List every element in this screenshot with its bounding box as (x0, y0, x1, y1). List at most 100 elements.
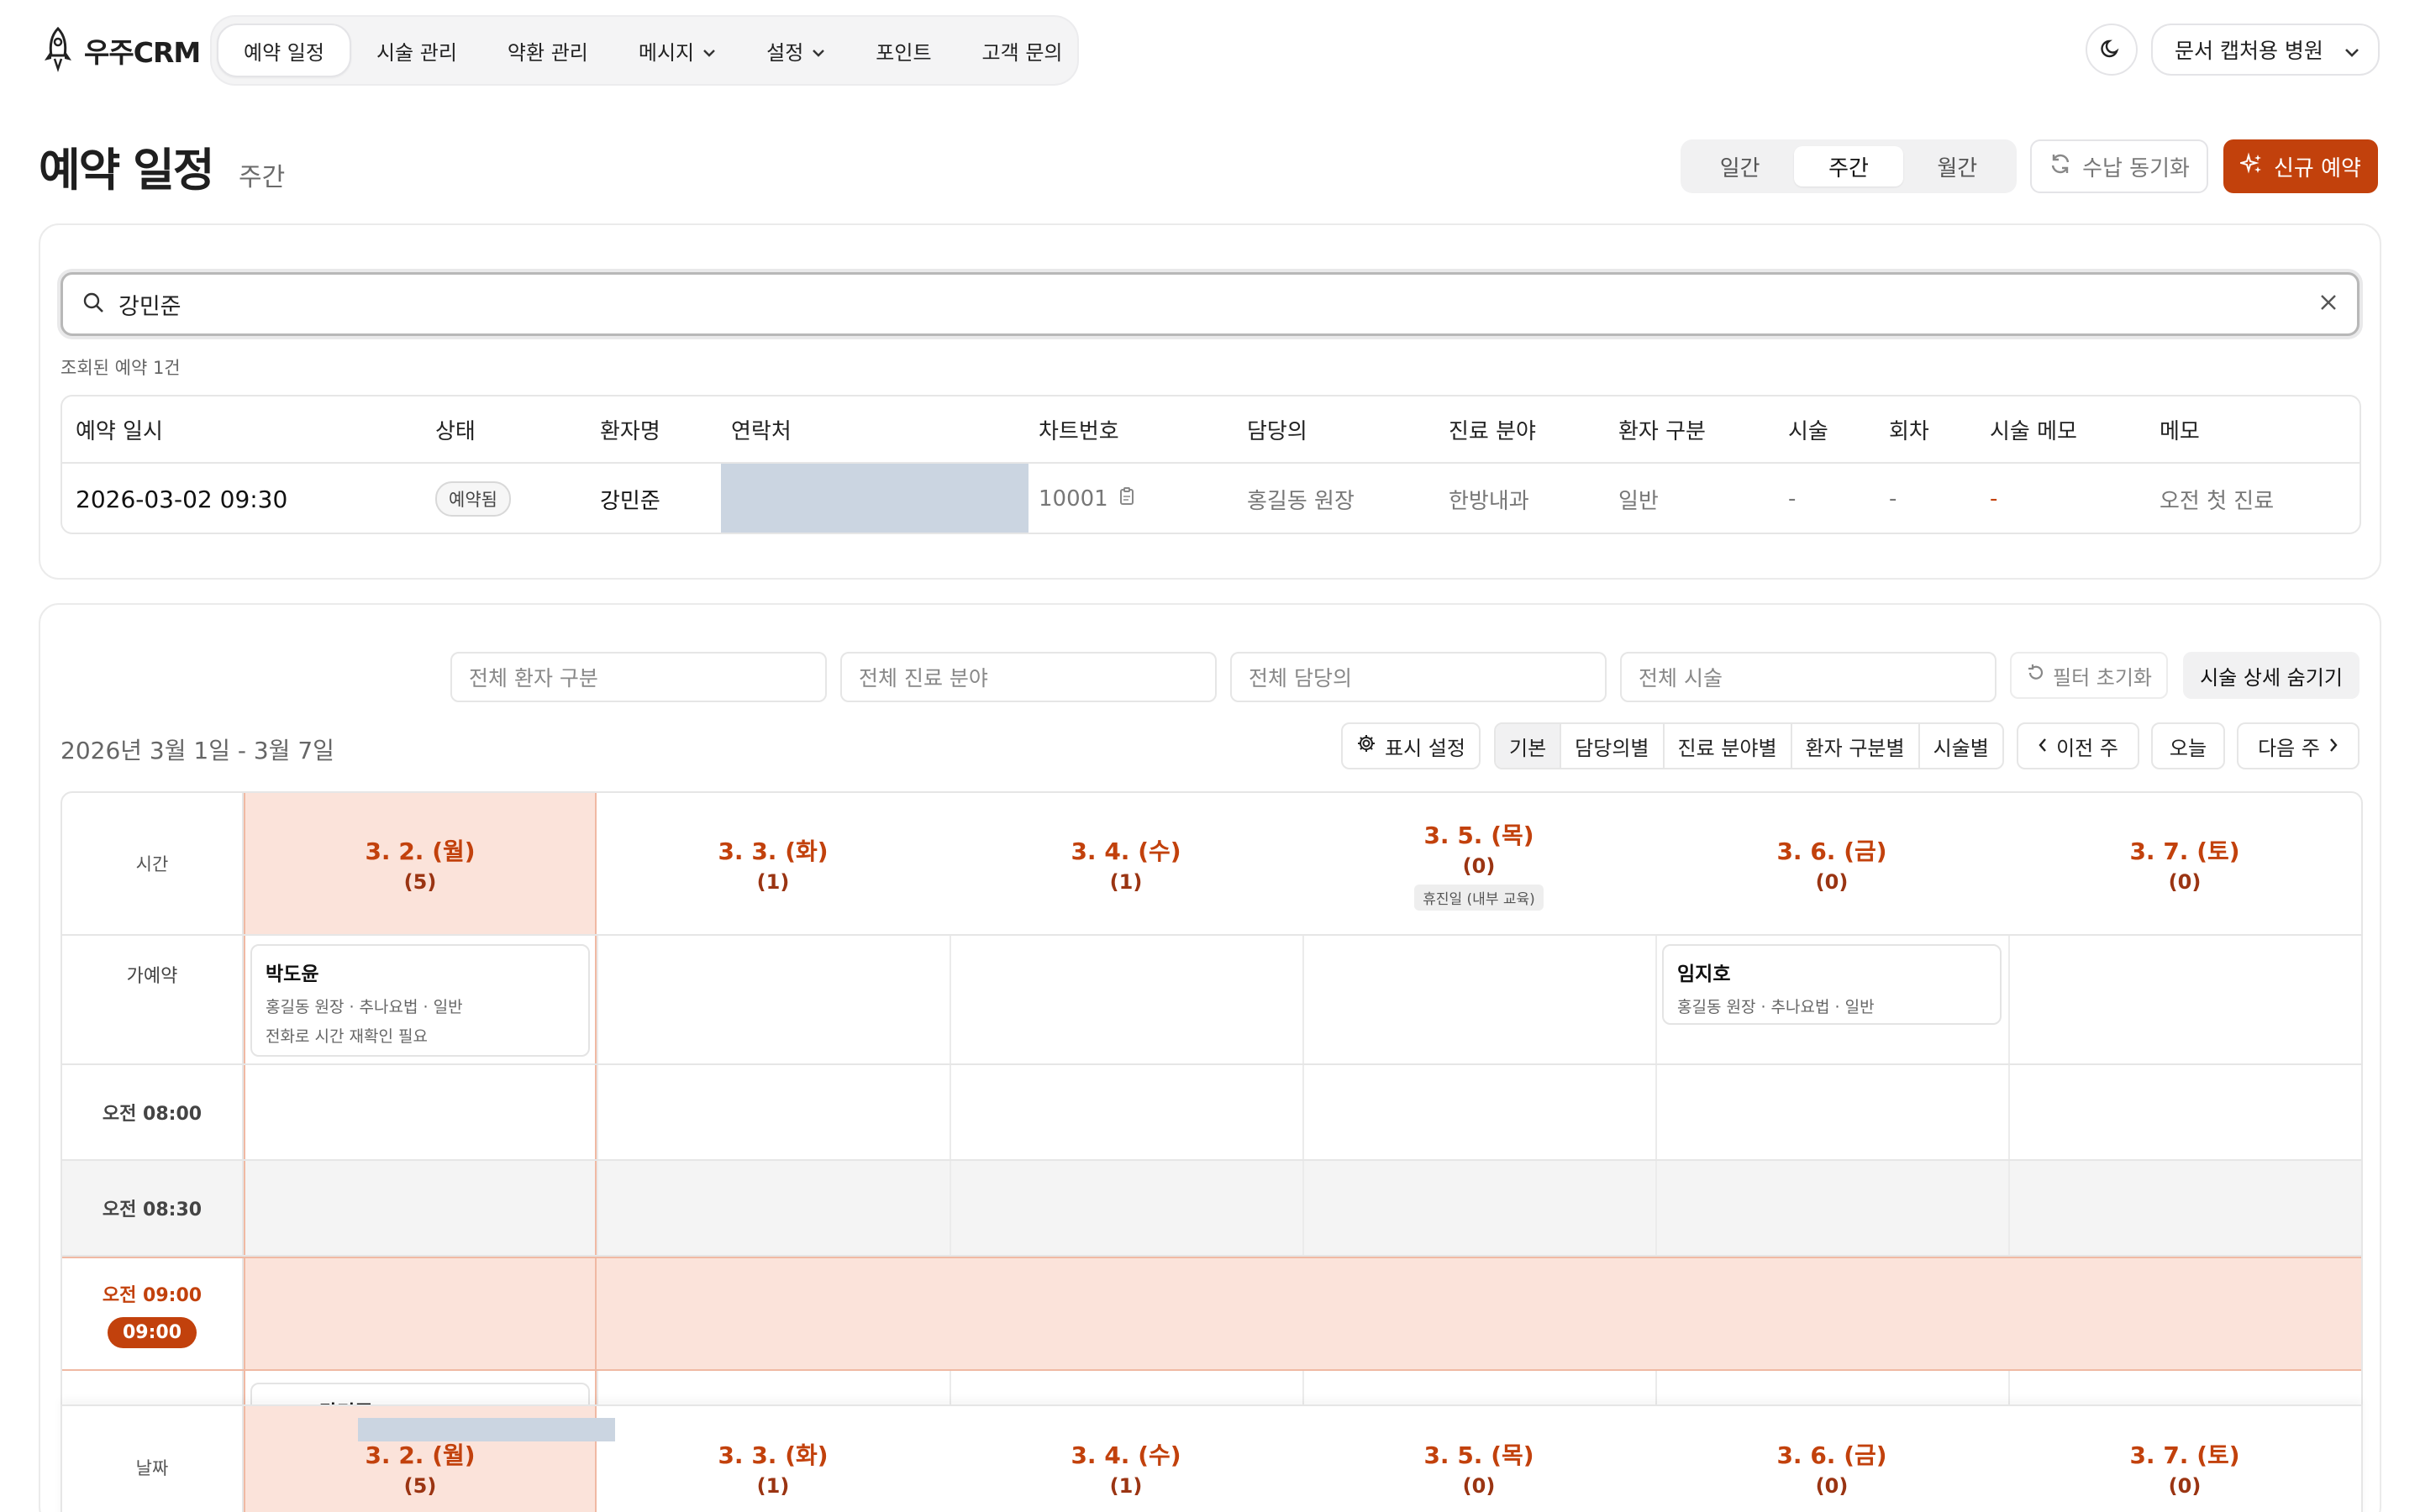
rocket-icon (39, 25, 77, 76)
appointment-patient: 박도윤 (266, 963, 319, 985)
page-title: 예약 일정 (39, 144, 215, 197)
column-header: 시술 메모 (1990, 418, 2077, 444)
day-cell[interactable] (597, 1065, 950, 1159)
new-reservation-button[interactable]: 신규 예약 (2223, 139, 2378, 193)
day-header[interactable]: 3. 7. (토) (0) (2008, 1406, 2361, 1512)
time-column-header: 시간 (62, 793, 244, 934)
clear-icon[interactable] (2318, 292, 2338, 316)
day-date: 3. 2. (월) (365, 837, 476, 865)
day-cell[interactable] (597, 936, 950, 1063)
day-date: 3. 6. (금) (1776, 1441, 1887, 1469)
day-count: (0) (1815, 1474, 1849, 1498)
tentative-row: 가예약 박도윤 홍길동 원장 · 추나요법 · 일반 전화로 시간 재확인 필요… (62, 936, 2361, 1065)
filter-patient-type[interactable]: 전체 환자 구분 (450, 652, 827, 702)
clipboard-icon[interactable] (1118, 486, 1135, 512)
day-cell[interactable] (2008, 1065, 2361, 1159)
filter-department[interactable]: 전체 진료 분야 (840, 652, 1217, 702)
search-box (60, 272, 2360, 336)
mode-by-procedure[interactable]: 시술별 (1918, 724, 2002, 768)
day-cell[interactable] (244, 1258, 597, 1369)
day-cell[interactable] (2008, 1161, 2361, 1255)
day-header[interactable]: 3. 5. (목) (0) 휴진일 (내부 교육) (1302, 793, 1655, 934)
day-header[interactable]: 3. 3. (화) (1) (597, 1406, 950, 1512)
view-option-day[interactable]: 일간 (1686, 146, 1794, 186)
nav-item-pills[interactable]: 약환 관리 (482, 24, 613, 77)
day-cell[interactable] (1302, 1065, 1655, 1159)
nav-item-points[interactable]: 포인트 (850, 24, 956, 77)
chart-number: 10001 (1039, 486, 1108, 512)
day-header[interactable]: 3. 4. (수) (1) (950, 1406, 1302, 1512)
table-row[interactable]: 2026-03-02 09:30 예약됨 강민준 10001 홍길동 원장 한방… (62, 464, 2360, 533)
next-week-button[interactable]: 다음 주 (2237, 722, 2360, 769)
day-date: 3. 7. (토) (2129, 837, 2240, 865)
mode-by-doctor[interactable]: 담당의별 (1560, 724, 1662, 768)
page-subtitle: 주간 (239, 163, 286, 192)
filter-doctor[interactable]: 전체 담당의 (1230, 652, 1607, 702)
day-header[interactable]: 3. 6. (금) (0) (1655, 1406, 2008, 1512)
hide-procedure-detail-button[interactable]: 시술 상세 숨기기 (2183, 652, 2360, 699)
day-cell[interactable] (597, 1161, 950, 1255)
display-settings-button[interactable]: 표시 설정 (1341, 722, 1481, 769)
reset-label: 필터 초기화 (2052, 665, 2153, 690)
column-header: 환자명 (600, 418, 660, 444)
appointment-card[interactable]: 박도윤 홍길동 원장 · 추나요법 · 일반 전화로 시간 재확인 필요 (250, 944, 590, 1057)
sync-payment-button[interactable]: 수납 동기화 (2030, 139, 2208, 193)
view-option-month[interactable]: 월간 (1903, 146, 2012, 186)
nav-item-schedule[interactable]: 예약 일정 (217, 24, 351, 77)
day-cell[interactable] (1302, 936, 1655, 1063)
mode-basic[interactable]: 기본 (1496, 724, 1560, 768)
time-slot-row: 오전 08:30 (62, 1161, 2361, 1257)
search-input[interactable] (118, 291, 2305, 318)
day-header[interactable]: 3. 4. (수) (1) (950, 793, 1302, 934)
theme-toggle-button[interactable] (2086, 24, 2138, 76)
result-table: 예약 일시 상태 환자명 연락처 차트번호 담당의 진료 분야 환자 구분 시술… (60, 395, 2361, 534)
chevron-down-icon (702, 39, 716, 62)
prev-week-button[interactable]: 이전 주 (2017, 722, 2139, 769)
day-date: 3. 3. (화) (718, 837, 829, 865)
day-header[interactable]: 3. 7. (토) (0) (2008, 793, 2361, 934)
day-header[interactable]: 3. 3. (화) (1) (597, 793, 950, 934)
redacted-overlay (358, 1418, 615, 1441)
day-cell[interactable] (244, 1065, 597, 1159)
nav-label: 설정 (766, 40, 804, 65)
clinic-selector[interactable]: 문서 캡처용 병원 (2151, 24, 2380, 76)
search-card: 조회된 예약 1건 예약 일시 상태 환자명 연락처 차트번호 담당의 진료 분… (39, 223, 2381, 580)
day-cell[interactable] (1302, 1161, 1655, 1255)
mode-by-patient-type[interactable]: 환자 구분별 (1790, 724, 1918, 768)
sparkle-icon (2238, 151, 2264, 181)
day-header[interactable]: 3. 5. (목) (0) (1302, 1406, 1655, 1512)
nav-item-procedures[interactable]: 시술 관리 (351, 24, 482, 77)
appointment-card[interactable]: 임지호 홍길동 원장 · 추나요법 · 일반 (1662, 944, 2002, 1025)
mode-by-department[interactable]: 진료 분야별 (1662, 724, 1791, 768)
day-date: 3. 2. (월) (365, 1441, 476, 1469)
filter-procedure[interactable]: 전체 시술 (1620, 652, 1996, 702)
column-header: 담당의 (1247, 418, 1307, 444)
day-cell[interactable] (1655, 1065, 2008, 1159)
display-settings-label: 표시 설정 (1385, 736, 1465, 760)
refresh-icon (2049, 152, 2072, 181)
nav-item-messages[interactable]: 메시지 (613, 24, 741, 77)
prev-week-label: 이전 주 (2056, 736, 2118, 760)
day-count: (0) (1462, 1474, 1496, 1498)
column-header: 연락처 (731, 418, 792, 444)
day-header[interactable]: 3. 6. (금) (0) (1655, 793, 2008, 934)
day-cell[interactable] (2008, 936, 2361, 1063)
table-header: 예약 일시 상태 환자명 연락처 차트번호 담당의 진료 분야 환자 구분 시술… (62, 396, 2360, 464)
top-navigation: 우주CRM 예약 일정 시술 관리 약환 관리 메시지 설정 포인트 고객 문의… (0, 0, 2420, 99)
appointment-patient: 임지호 (1677, 963, 1731, 985)
cell-department: 한방내과 (1449, 488, 1529, 514)
result-count: 조회된 예약 1건 (60, 358, 181, 378)
day-cell[interactable] (244, 1161, 597, 1255)
today-button[interactable]: 오늘 (2151, 722, 2225, 769)
reset-filters-button[interactable]: 필터 초기화 (2010, 652, 2168, 699)
day-cell[interactable] (950, 1161, 1302, 1255)
app-logo[interactable]: 우주CRM (39, 25, 201, 76)
day-header[interactable]: 3. 2. (월) (5) (244, 793, 597, 934)
day-cell[interactable] (950, 1065, 1302, 1159)
day-cell[interactable] (950, 936, 1302, 1063)
nav-item-inquiries[interactable]: 고객 문의 (957, 24, 1088, 77)
view-option-week[interactable]: 주간 (1794, 146, 1903, 186)
day-cell[interactable] (1655, 1161, 2008, 1255)
new-reservation-label: 신규 예약 (2274, 155, 2361, 181)
nav-item-settings[interactable]: 설정 (741, 24, 850, 77)
